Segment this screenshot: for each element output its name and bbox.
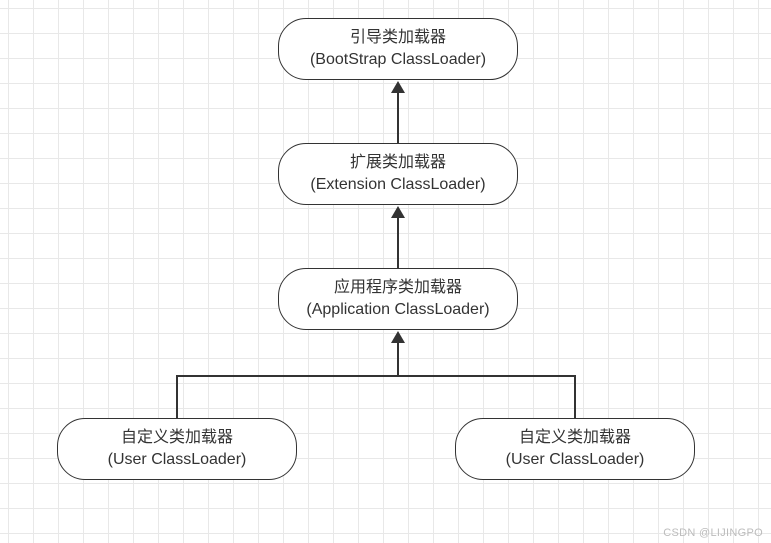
node-user-right-label-en: (User ClassLoader)	[506, 449, 645, 471]
arrowhead-application-to-extension	[391, 206, 405, 218]
connector-application-to-extension	[397, 217, 399, 268]
node-application-label-en: (Application ClassLoader)	[306, 299, 489, 321]
connector-extension-to-bootstrap	[397, 92, 399, 143]
connector-user-right-vertical	[574, 375, 576, 418]
node-extension-classloader: 扩展类加载器 (Extension ClassLoader)	[278, 143, 518, 205]
watermark-text: CSDN @LIJINGPO	[663, 527, 763, 539]
node-bootstrap-classloader: 引导类加载器 (BootStrap ClassLoader)	[278, 18, 518, 80]
node-bootstrap-label-cn: 引导类加载器	[350, 27, 446, 49]
arrowhead-extension-to-bootstrap	[391, 81, 405, 93]
node-extension-label-en: (Extension ClassLoader)	[310, 174, 485, 196]
node-user-left-label-cn: 自定义类加载器	[121, 427, 233, 449]
arrowhead-users-to-application	[391, 331, 405, 343]
node-bootstrap-label-en: (BootStrap ClassLoader)	[310, 49, 486, 71]
node-application-label-cn: 应用程序类加载器	[334, 277, 462, 299]
connector-users-to-application-stem	[397, 342, 399, 377]
node-extension-label-cn: 扩展类加载器	[350, 152, 446, 174]
node-user-left-label-en: (User ClassLoader)	[108, 449, 247, 471]
connector-user-left-vertical	[176, 375, 178, 418]
connector-users-horizontal	[176, 375, 576, 377]
node-user-classloader-left: 自定义类加载器 (User ClassLoader)	[57, 418, 297, 480]
node-user-right-label-cn: 自定义类加载器	[519, 427, 631, 449]
node-application-classloader: 应用程序类加载器 (Application ClassLoader)	[278, 268, 518, 330]
node-user-classloader-right: 自定义类加载器 (User ClassLoader)	[455, 418, 695, 480]
